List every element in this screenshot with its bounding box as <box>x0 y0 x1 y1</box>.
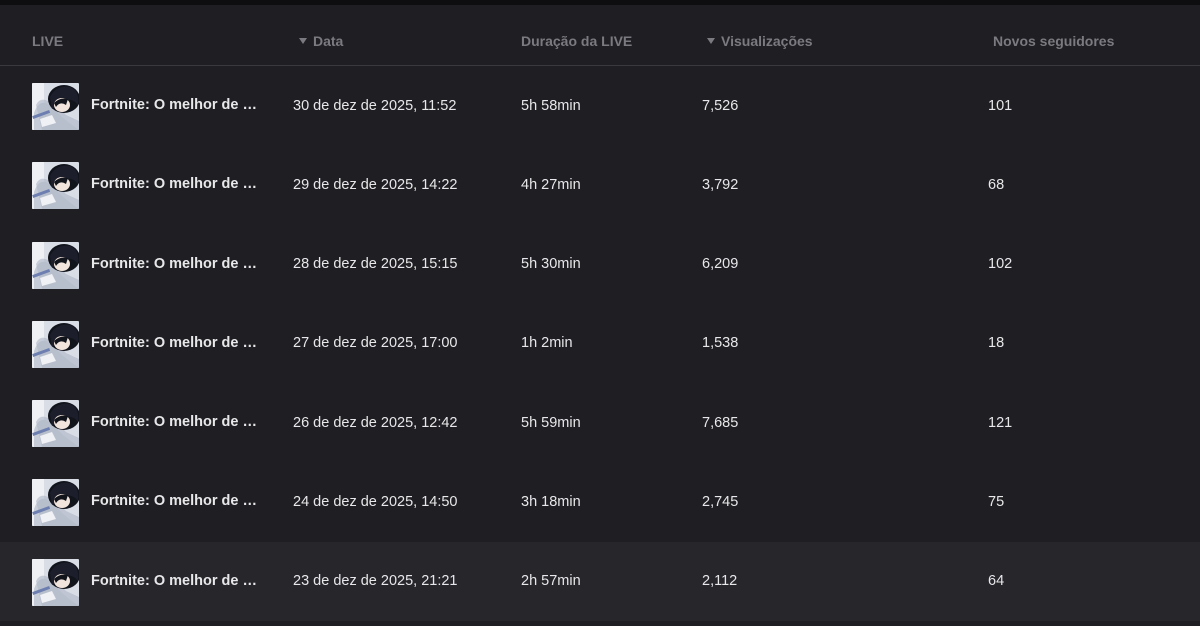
stream-duration: 1h 2min <box>521 335 573 352</box>
column-header-date-label: Data <box>313 33 344 49</box>
column-header-views-label: Visualizações <box>721 33 813 49</box>
stream-title[interactable]: Fortnite: O melhor de pe... <box>91 542 263 621</box>
stream-new-followers: 18 <box>988 335 1005 352</box>
stream-duration: 3h 18min <box>521 493 581 510</box>
stream-views: 1,538 <box>702 335 739 352</box>
stream-date: 30 de dez de 2025, 11:52 <box>293 97 457 114</box>
column-header-followers-label: Novos seguidores <box>993 33 1115 49</box>
column-header-views[interactable]: Visualizações <box>707 33 813 49</box>
stream-views: 2,112 <box>702 573 738 590</box>
stream-date: 23 de dez de 2025, 21:21 <box>293 573 458 590</box>
stream-thumbnail[interactable] <box>32 241 79 289</box>
sort-down-icon <box>707 38 715 44</box>
stream-duration: 5h 59min <box>521 414 581 431</box>
table-row[interactable]: Fortnite: O melhor de pe... 27 de dez de… <box>0 304 1200 383</box>
avatar-thumbnail-image <box>32 241 79 289</box>
column-header-duration[interactable]: Duração da LIVE <box>521 33 632 49</box>
stream-title[interactable]: Fortnite: O melhor de pe... <box>91 462 263 541</box>
avatar-thumbnail-image <box>32 162 79 210</box>
table-row[interactable]: Fortnite: O melhor de pe... 30 de dez de… <box>0 66 1200 145</box>
stream-duration: 2h 57min <box>521 573 581 590</box>
stream-title[interactable]: Fortnite: O melhor de pe... <box>91 66 263 145</box>
column-header-duration-label: Duração da LIVE <box>521 33 633 49</box>
stream-views: 7,685 <box>702 414 739 431</box>
stream-views: 3,792 <box>702 176 739 193</box>
stream-thumbnail[interactable] <box>32 558 79 606</box>
stream-new-followers: 101 <box>988 97 1013 114</box>
stream-views: 7,526 <box>702 97 739 114</box>
column-header-live: LIVE <box>32 33 63 49</box>
sort-down-icon <box>299 38 307 44</box>
stream-thumbnail[interactable] <box>32 162 79 210</box>
avatar-thumbnail-image <box>32 479 79 527</box>
stream-date: 28 de dez de 2025, 15:15 <box>293 256 458 273</box>
avatar-thumbnail-image <box>32 400 79 448</box>
stream-thumbnail[interactable] <box>32 400 79 448</box>
stream-new-followers: 68 <box>988 176 1005 193</box>
stream-date: 29 de dez de 2025, 14:22 <box>293 176 458 193</box>
streams-table: LIVE Data Duração da LIVE Visualizações … <box>0 5 1200 626</box>
column-header-date[interactable]: Data <box>299 33 343 49</box>
stream-date: 27 de dez de 2025, 17:00 <box>293 335 458 352</box>
stream-new-followers: 121 <box>988 414 1013 431</box>
stream-views: 6,209 <box>702 256 739 273</box>
table-row[interactable]: Fortnite: O melhor de pe... 24 de dez de… <box>0 462 1200 541</box>
table-row[interactable]: Fortnite: O melhor de pe... 28 de dez de… <box>0 225 1200 304</box>
stream-title[interactable]: Fortnite: O melhor de pe... <box>91 225 263 304</box>
stream-new-followers: 64 <box>988 573 1005 590</box>
table-header: LIVE Data Duração da LIVE Visualizações … <box>0 5 1200 66</box>
stream-views: 2,745 <box>702 493 739 510</box>
stream-duration: 4h 27min <box>521 176 581 193</box>
stream-title[interactable]: Fortnite: O melhor de pe... <box>91 383 263 462</box>
stream-title[interactable]: Fortnite: O melhor de pe... <box>91 145 263 224</box>
table-row[interactable]: Fortnite: O melhor de pe... 26 de dez de… <box>0 383 1200 462</box>
column-header-followers[interactable]: Novos seguidores <box>993 33 1114 49</box>
stream-thumbnail[interactable] <box>32 83 79 130</box>
column-header-live-label: LIVE <box>32 33 64 49</box>
avatar-thumbnail-image <box>32 83 79 130</box>
avatar-thumbnail-image <box>32 320 79 368</box>
stream-thumbnail[interactable] <box>32 479 79 527</box>
table-row[interactable]: Fortnite: O melhor de pe... 29 de dez de… <box>0 145 1200 224</box>
stream-thumbnail[interactable] <box>32 320 79 368</box>
stream-date: 26 de dez de 2025, 12:42 <box>293 414 458 431</box>
stream-duration: 5h 58min <box>521 97 581 114</box>
stream-new-followers: 102 <box>988 256 1013 273</box>
table-row[interactable]: Fortnite: O melhor de pe... 23 de dez de… <box>0 541 1200 622</box>
stream-date: 24 de dez de 2025, 14:50 <box>293 493 458 510</box>
table-body: Fortnite: O melhor de pe... 30 de dez de… <box>0 66 1200 622</box>
stream-duration: 5h 30min <box>521 256 581 273</box>
stream-new-followers: 75 <box>988 493 1005 510</box>
stream-title[interactable]: Fortnite: O melhor de pe... <box>91 304 263 383</box>
avatar-thumbnail-image <box>32 558 79 606</box>
